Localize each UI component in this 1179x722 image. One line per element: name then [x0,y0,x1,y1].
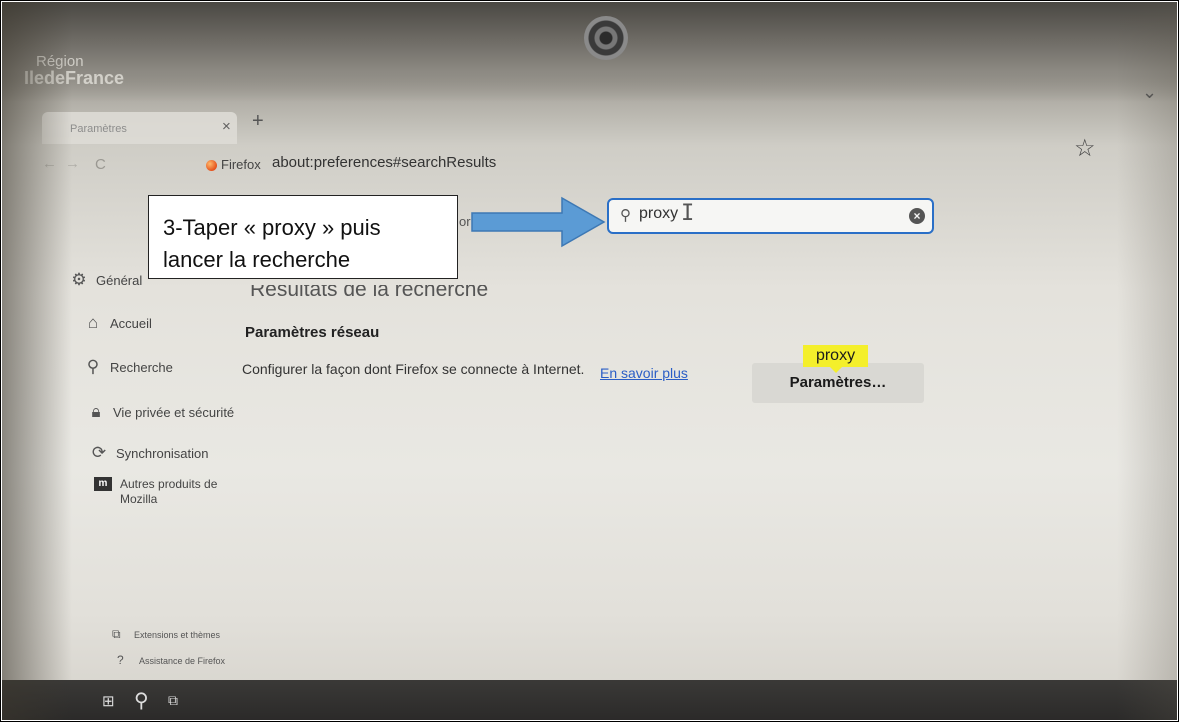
webcam-icon [584,16,628,60]
footer-label: Extensions et thèmes [134,630,221,640]
sidebar-item-general[interactable]: ⚙ Général [68,270,142,290]
search-input[interactable] [639,205,859,223]
help-icon: ? [117,653,124,667]
network-description: Configurer la façon dont Firefox se conn… [242,361,585,377]
arrow-shape [471,196,606,248]
sidebar-footer-extensions[interactable]: ⧉ Extensions et thèmes [112,627,220,642]
sidebar-item-home[interactable]: ⌂ Accueil [82,313,152,333]
windows-taskbar: ⊞ ⚲ ⧉ [2,680,1177,720]
instruction-callout: 3-Taper « proxy » puis lancer la recherc… [148,195,458,279]
photo-shadow-left [2,2,72,720]
sidebar-item-label: Recherche [110,359,173,375]
task-view-icon[interactable]: ⧉ [168,692,178,709]
windows-start-icon[interactable]: ⊞ [102,692,115,710]
home-icon: ⌂ [87,313,99,332]
sidebar-item-label: Accueil [110,315,152,331]
preferences-search-box[interactable]: ⚲ I × [607,198,934,234]
tab-title: Paramètres [70,123,127,135]
lock-icon: 🔒︎ [91,402,101,421]
search-highlight-tag: proxy [803,345,868,373]
sidebar-item-mozilla[interactable]: m Autres produits de Mozilla [94,477,217,507]
sidebar-footer-support[interactable]: ? Assistance de Firefox [117,653,225,667]
sidebar-item-label: Vie privée et sécurité [113,404,235,420]
callout-line-1: 3-Taper « proxy » puis [163,215,381,240]
laptop-photo: Région IledeFrance ⌄ Paramètres × + ←→ C… [2,2,1177,720]
network-settings-title: Paramètres réseau [245,324,380,341]
text-cursor-icon: I [681,201,695,226]
tab-close-button[interactable]: × [222,118,231,135]
results-heading: Résultats de la recherche [250,278,489,301]
screenshot-frame: Région IledeFrance ⌄ Paramètres × + ←→ C… [0,0,1179,722]
reload-icon[interactable]: C [95,156,106,173]
url-text[interactable]: about:preferences#searchResults [272,154,496,171]
hidden-text-fragment: or [459,214,471,229]
sync-icon: ⟳ [91,443,107,462]
firefox-icon [206,160,217,171]
mozilla-label-line-1: Autres produits de [120,477,218,491]
mozilla-label-line-2: Mozilla [120,492,158,506]
sidebar-item-search[interactable]: ⚲ Recherche [82,357,173,377]
callout-line-2: lancer la recherche [163,247,351,272]
sidebar-item-label: Autres produits de Mozilla [120,477,217,507]
annotation-arrow [471,196,606,248]
sidebar-item-label: Général [96,272,143,288]
puzzle-icon: ⧉ [112,627,121,641]
magnifier-icon: ⚲ [620,207,631,224]
new-tab-button[interactable]: + [252,110,264,133]
mozilla-icon: m [94,477,112,491]
footer-label: Assistance de Firefox [139,656,226,666]
sidebar-item-privacy[interactable]: 🔒︎ Vie privée et sécurité [85,402,234,422]
sidebar-item-label: Synchronisation [116,445,209,461]
photo-shadow-right [1117,2,1177,720]
search-icon: ⚲ [86,357,100,376]
clear-icon[interactable]: × [909,208,925,224]
learn-more-link[interactable]: En savoir plus [600,365,688,381]
taskbar-search-icon[interactable]: ⚲ [134,688,149,713]
sidebar-item-sync[interactable]: ⟳ Synchronisation [88,443,209,463]
star-icon[interactable]: ☆ [1074,134,1096,163]
identity-label: Firefox [221,157,261,172]
